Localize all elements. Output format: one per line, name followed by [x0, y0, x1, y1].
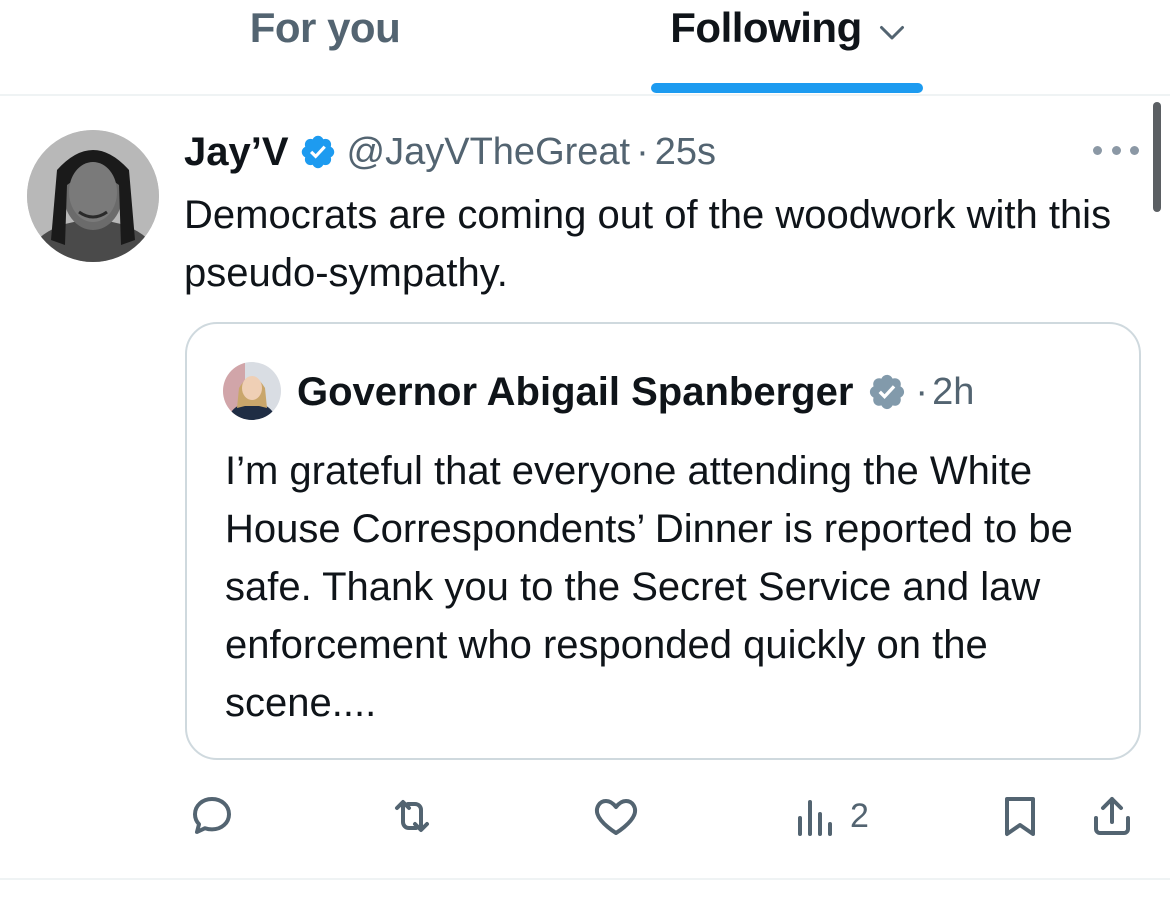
more-dot: [1093, 145, 1102, 155]
government-verified-badge-icon[interactable]: [867, 372, 907, 412]
separator-dot: ·: [636, 130, 649, 173]
author-handle[interactable]: @JayVTheGreat: [347, 131, 631, 174]
views-button[interactable]: 2: [792, 784, 869, 848]
quoted-author-name[interactable]: Governor Abigail Spanberger: [297, 370, 853, 415]
quoted-post-timestamp: 2h: [932, 370, 975, 413]
quoted-avatar-image: [223, 362, 281, 420]
more-options-icon[interactable]: [1093, 138, 1139, 162]
tab-for-you[interactable]: For you: [200, 0, 450, 94]
separator-dot: ·: [915, 370, 929, 413]
views-count: 2: [850, 796, 869, 835]
timeline-tabs: For you Following: [0, 0, 1170, 96]
scrollbar[interactable]: [1153, 102, 1161, 212]
post-text: Democrats are coming out of the woodwork…: [184, 193, 1112, 295]
reply-button[interactable]: [188, 784, 236, 848]
active-tab-indicator: [651, 83, 923, 93]
more-dot: [1111, 145, 1121, 155]
author-name[interactable]: Jay’V: [184, 130, 289, 175]
post-action-bar: 2: [0, 784, 1170, 848]
verified-badge-icon[interactable]: [299, 133, 337, 171]
tab-for-you-label: For you: [249, 4, 401, 51]
avatar[interactable]: [27, 130, 159, 262]
bookmark-icon: [1005, 797, 1035, 836]
post-header: Jay’V @JayVTheGreat · 25s: [184, 122, 716, 182]
quoted-avatar: [223, 362, 281, 420]
views-icon: [798, 800, 832, 836]
post-divider: [0, 878, 1170, 880]
reply-icon: [193, 797, 231, 834]
more-dot: [1130, 145, 1139, 155]
bookmark-button[interactable]: [996, 784, 1044, 848]
avatar-image: [27, 130, 159, 262]
repost-button[interactable]: [388, 784, 436, 848]
repost-icon: [395, 800, 429, 832]
tab-following[interactable]: Following: [640, 0, 940, 94]
quoted-post-card[interactable]: Governor Abigail Spanberger · 2h I’m gra…: [185, 322, 1141, 760]
quoted-post-text: I’m grateful that everyone attending the…: [225, 449, 1073, 725]
chevron-down-icon[interactable]: [874, 14, 910, 50]
share-button[interactable]: [1088, 784, 1136, 848]
share-icon: [1094, 797, 1130, 835]
like-button[interactable]: [592, 784, 640, 848]
heart-icon: [594, 799, 638, 835]
tab-following-label: Following: [670, 4, 862, 51]
post-timestamp[interactable]: 25s: [655, 131, 716, 174]
quoted-post-header: Governor Abigail Spanberger · 2h: [297, 362, 974, 422]
